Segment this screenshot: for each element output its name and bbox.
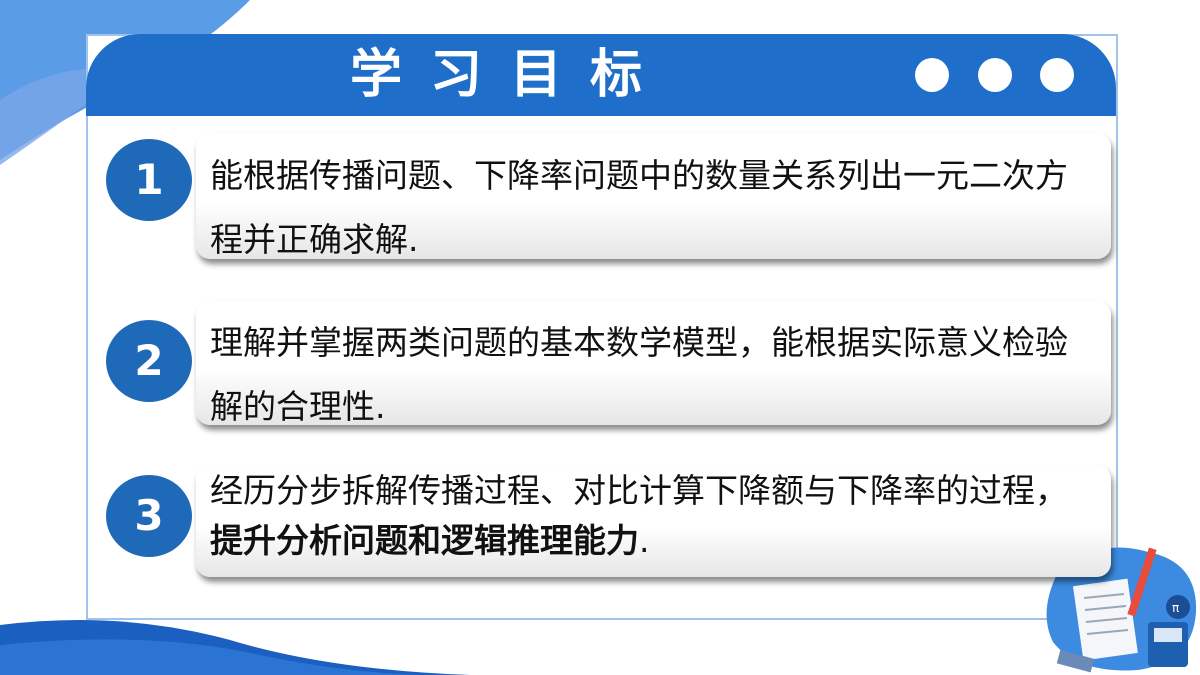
- page-title: 学习目标: [349, 45, 670, 105]
- header-dot-1: [915, 58, 949, 92]
- goal-number-badge-2: 2: [106, 320, 192, 402]
- header-dot-2: [978, 58, 1012, 92]
- svg-text:π: π: [1172, 601, 1179, 615]
- goal-text-3: 经历分步拆解传播过程、对比计算下降额与下降率的过程， 提升分析问题和逻辑推理能力.: [210, 466, 1100, 566]
- goal-number-badge-3: 3: [106, 475, 192, 557]
- goal-text-3-bold: 提升分析问题和逻辑推理能力: [210, 521, 639, 560]
- header-dot-3: [1040, 58, 1074, 92]
- goal-text-3-regular: 经历分步拆解传播过程、对比计算下降额与下降率的过程，: [210, 471, 1068, 510]
- goal-number-badge-1: 1: [106, 139, 192, 221]
- goal-text-1: 能根据传播问题、下降率问题中的数量关系列出一元二次方程并正确求解.: [210, 156, 1068, 259]
- goal-text-2: 理解并掌握两类问题的基本数学模型，能根据实际意义检验解的合理性.: [210, 323, 1068, 426]
- goal-text-3-end: .: [639, 521, 650, 560]
